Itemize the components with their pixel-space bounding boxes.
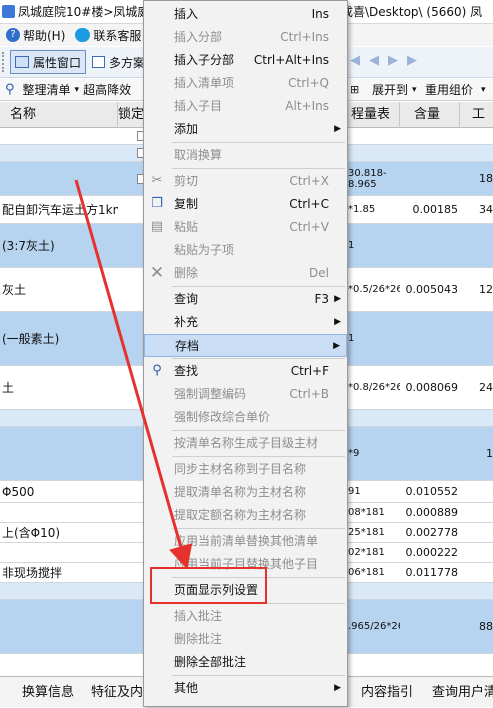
annotation-arrow — [74, 179, 193, 570]
